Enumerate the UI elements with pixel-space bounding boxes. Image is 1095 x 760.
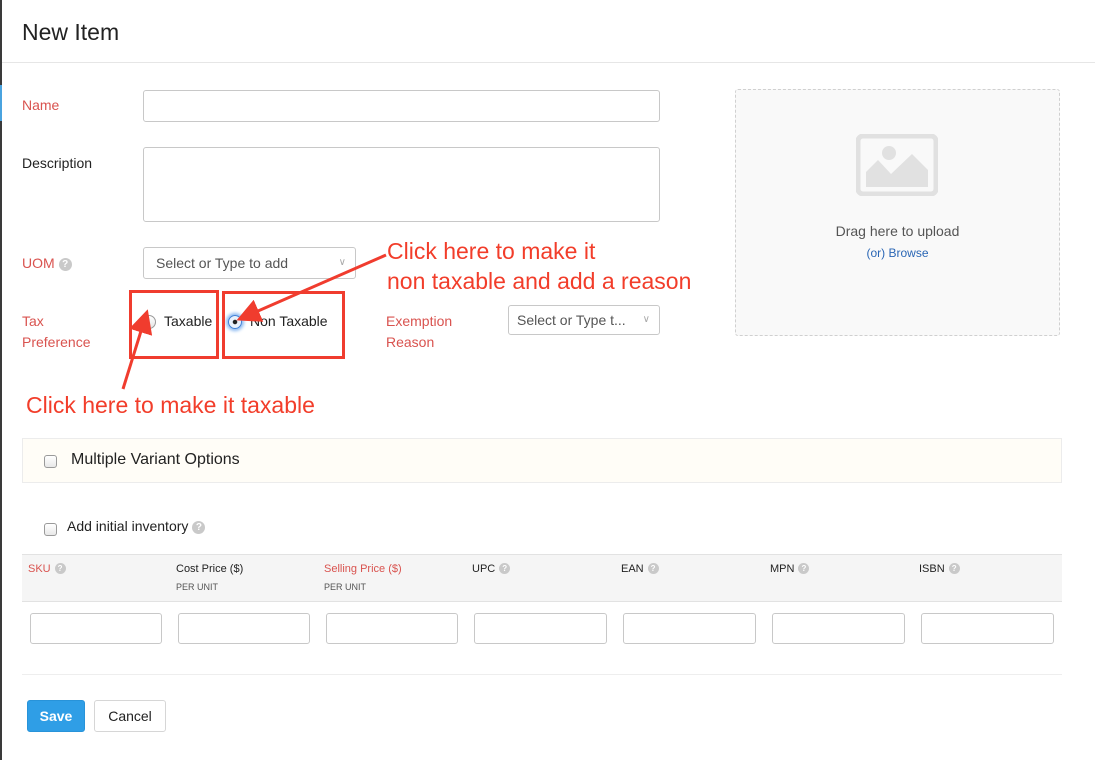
help-icon[interactable]: ?: [54, 563, 66, 574]
exemption-reason-label: Exemption Reason: [386, 311, 452, 353]
mpn-input[interactable]: [772, 613, 905, 644]
help-icon[interactable]: ?: [499, 563, 511, 574]
variant-options-label[interactable]: Multiple Variant Options: [71, 451, 240, 469]
column-label: SKU: [28, 563, 51, 575]
cost-price-input[interactable]: [178, 613, 310, 644]
help-icon[interactable]: ?: [798, 563, 810, 574]
column-sublabel: PER UNIT: [324, 582, 367, 592]
tax-preference-label-line2: Preference: [22, 334, 91, 350]
active-section-indicator: [0, 85, 2, 121]
drag-upload-text: Drag here to upload: [835, 223, 960, 239]
column-sublabel: PER UNIT: [176, 582, 219, 592]
column-header-ean: EAN?: [621, 563, 659, 575]
column-header-upc: UPC?: [472, 563, 511, 575]
footer-divider: [22, 674, 1062, 675]
column-label: UPC: [472, 563, 496, 575]
annotation-box-taxable: [129, 290, 219, 359]
help-icon[interactable]: ?: [58, 258, 72, 271]
upc-input[interactable]: [474, 613, 607, 644]
chevron-down-icon: ∨: [338, 257, 346, 268]
column-header-selling-price: Selling Price ($) PER UNIT: [324, 563, 402, 592]
ean-input[interactable]: [623, 613, 756, 644]
page-header: New Item: [2, 0, 1095, 63]
column-label: MPN: [770, 563, 795, 575]
initial-inventory-label-text[interactable]: Add initial inventory: [67, 518, 188, 534]
column-label: Selling Price ($): [324, 563, 402, 575]
column-header-cost-price: Cost Price ($) PER UNIT: [176, 563, 243, 592]
annotation-non-taxable-line1: Click here to make it: [387, 238, 596, 264]
name-input[interactable]: [143, 90, 660, 122]
image-placeholder-icon: [856, 134, 938, 196]
variant-options-section: Multiple Variant Options: [22, 438, 1062, 483]
column-header-sku: SKU?: [28, 563, 66, 575]
column-label: EAN: [621, 563, 644, 575]
exemption-reason-select[interactable]: Select or Type t... ∨: [508, 305, 660, 335]
selling-price-input[interactable]: [326, 613, 458, 644]
name-label: Name: [22, 97, 60, 113]
column-header-mpn: MPN?: [770, 563, 810, 575]
help-icon[interactable]: ?: [948, 563, 960, 574]
column-header-isbn: ISBN?: [919, 563, 960, 575]
annotation-non-taxable-line2: non taxable and add a reason: [387, 268, 692, 294]
exemption-reason-placeholder: Select or Type t...: [517, 312, 626, 328]
chevron-down-icon: ∨: [642, 314, 650, 325]
variant-options-checkbox[interactable]: [44, 455, 57, 468]
inventory-table-header: SKU? Cost Price ($) PER UNIT Selling Pri…: [22, 554, 1062, 602]
column-label: ISBN: [919, 563, 945, 575]
help-icon[interactable]: ?: [192, 521, 206, 534]
tax-preference-label-line1: Tax: [22, 313, 44, 329]
uom-label: UOM?: [22, 253, 72, 274]
uom-label-text: UOM: [22, 255, 55, 271]
cancel-button[interactable]: Cancel: [94, 700, 166, 732]
exemption-reason-label-line2: Reason: [386, 334, 435, 350]
initial-inventory-label: Add initial inventory?: [67, 518, 206, 534]
save-button[interactable]: Save: [27, 700, 85, 732]
sku-input[interactable]: [30, 613, 162, 644]
annotation-box-non-taxable: [222, 291, 345, 359]
isbn-input[interactable]: [921, 613, 1054, 644]
initial-inventory-checkbox[interactable]: [44, 523, 57, 536]
help-icon[interactable]: ?: [647, 563, 659, 574]
image-upload-dropzone[interactable]: Drag here to upload (or) Browse: [735, 89, 1060, 336]
exemption-reason-label-line1: Exemption: [386, 313, 453, 329]
column-label: Cost Price ($): [176, 563, 244, 575]
tax-preference-label: Tax Preference: [22, 311, 90, 353]
browse-link[interactable]: (or) Browse: [736, 246, 1059, 260]
description-textarea[interactable]: [143, 147, 660, 222]
description-label: Description: [22, 155, 93, 171]
uom-select[interactable]: Select or Type to add ∨: [143, 247, 356, 279]
annotation-taxable: Click here to make it taxable: [26, 392, 315, 418]
uom-select-placeholder: Select or Type to add: [156, 255, 289, 271]
page-title: New Item: [22, 19, 120, 45]
